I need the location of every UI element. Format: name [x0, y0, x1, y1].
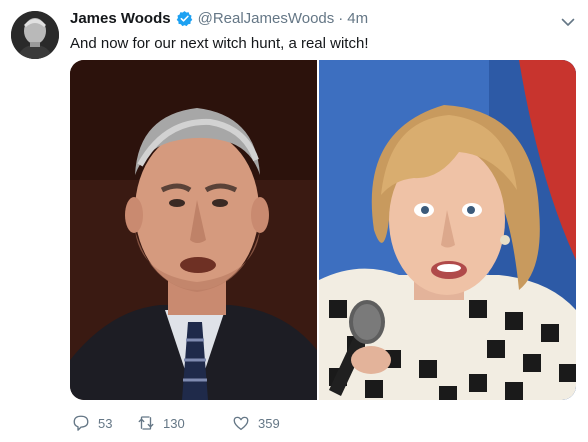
retweet-button[interactable]: 130	[137, 414, 232, 432]
tweet-header: James Woods @RealJamesWoods · 4m	[70, 10, 368, 27]
media-photo-right[interactable]	[319, 60, 576, 400]
author-name[interactable]: James Woods	[70, 10, 171, 27]
reply-bubble-icon	[73, 415, 89, 431]
reply-count: 53	[98, 415, 113, 431]
author-handle[interactable]: @RealJamesWoods	[198, 10, 335, 27]
tweet-text: And now for our next witch hunt, a real …	[70, 35, 369, 52]
portrait-photo-woman	[319, 60, 576, 400]
tweet-media[interactable]	[70, 60, 576, 400]
tweet-card[interactable]: James Woods @RealJamesWoods · 4m And now…	[0, 0, 588, 442]
like-button[interactable]: 359	[232, 414, 312, 432]
avatar-portrait	[11, 11, 59, 59]
retweet-arrows-icon	[138, 416, 154, 430]
media-photo-left[interactable]	[70, 60, 317, 400]
heart-icon	[233, 416, 249, 431]
avatar[interactable]	[11, 11, 59, 59]
reply-button[interactable]: 53	[72, 414, 137, 432]
retweet-count: 130	[163, 415, 185, 431]
portrait-photo-man	[70, 60, 317, 400]
tweet-actions: 53 130 359	[72, 414, 312, 432]
like-count: 359	[258, 415, 280, 431]
verified-badge-icon	[176, 11, 192, 27]
chevron-down-icon[interactable]	[560, 14, 576, 30]
tweet-timestamp[interactable]: 4m	[347, 10, 368, 27]
header-separator: ·	[338, 10, 344, 27]
